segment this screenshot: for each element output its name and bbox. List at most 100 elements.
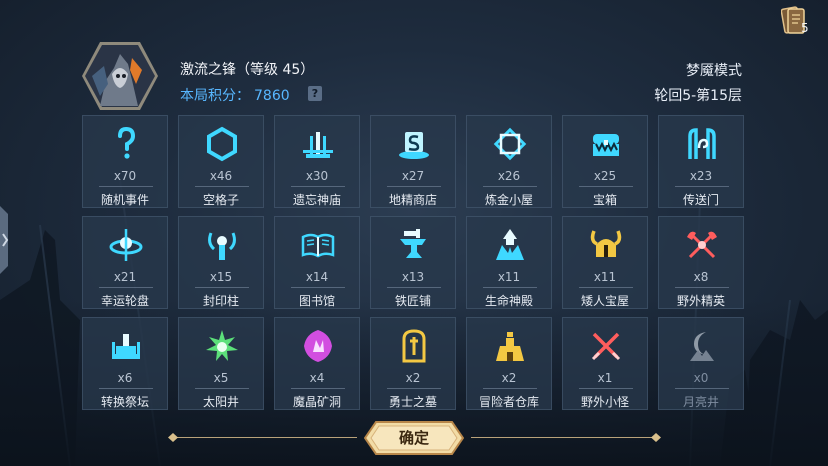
room-count: x4	[309, 371, 325, 385]
hero-portrait-avatar	[80, 40, 160, 112]
room-count: x46	[209, 169, 233, 183]
room-count: x14	[305, 270, 329, 284]
confirm-button[interactable]: 确定	[364, 421, 464, 455]
room-count: x8	[693, 270, 709, 284]
room-count: x30	[305, 169, 329, 183]
divider-diamond-right	[651, 433, 661, 442]
cell-divider	[387, 388, 441, 389]
room-name: 封印柱	[202, 294, 239, 308]
alchemy-diamond-icon	[493, 127, 527, 161]
room-count: x1	[597, 371, 613, 385]
seal-pillar-icon	[208, 232, 236, 260]
room-count: x23	[689, 169, 713, 183]
room-count: x25	[593, 169, 617, 183]
room-stat-cell[interactable]: x26 炼金小屋	[466, 115, 552, 208]
room-name: 矮人宝屋	[580, 294, 629, 308]
anvil-icon	[400, 229, 426, 258]
cell-divider	[483, 186, 537, 187]
divider-diamond-left	[168, 433, 178, 442]
room-stats-grid: x70 随机事件 x46 空格子 x30 遗忘神庙 x27 地精商店 x26 炼金小屋 x25 宝箱 x…	[82, 115, 744, 415]
room-stat-cell[interactable]: x2 勇士之墓	[370, 317, 456, 410]
room-name: 图书馆	[298, 294, 335, 308]
footer-divider-left	[172, 437, 357, 438]
room-stat-cell[interactable]: x1 野外小怪	[562, 317, 648, 410]
cell-divider	[291, 186, 345, 187]
room-count: x21	[113, 270, 137, 284]
run-summary-header: 激流之锋（等级 45） 本局积分： 7860 ? 梦魇模式 轮回5-第15层	[0, 0, 828, 115]
score-label: 本局积分：	[180, 88, 250, 104]
shop-s-icon	[399, 132, 429, 159]
room-stat-cell[interactable]: x8 野外精英	[658, 216, 744, 309]
room-stat-cell[interactable]: x14 图书馆	[274, 216, 360, 309]
room-stat-cell[interactable]: x13 铁匠铺	[370, 216, 456, 309]
sun-icon	[206, 330, 238, 361]
room-count: x0	[693, 371, 709, 385]
room-name: 地精商店	[388, 193, 437, 207]
room-stat-cell[interactable]: x25 宝箱	[562, 115, 648, 208]
question-mark-icon	[118, 126, 136, 159]
room-count: x13	[401, 270, 425, 284]
wheel-icon	[109, 229, 143, 261]
card-deck-count: 5	[801, 21, 809, 35]
cell-divider	[195, 287, 249, 288]
room-stat-cell[interactable]: x27 地精商店	[370, 115, 456, 208]
room-stat-cell[interactable]: x21 幸运轮盘	[82, 216, 168, 309]
question-icon[interactable]: ?	[308, 86, 322, 101]
viking-helmet-icon	[590, 230, 622, 257]
cell-divider	[291, 388, 345, 389]
room-name: 空格子	[202, 193, 239, 207]
room-name: 遗忘神庙	[292, 193, 341, 207]
side-expand-tab[interactable]	[0, 206, 12, 274]
cell-divider	[99, 186, 153, 187]
room-name: 月亮井	[682, 395, 719, 409]
room-name: 随机事件	[100, 193, 149, 207]
player-name-level: 激流之锋（等级 45）	[180, 62, 315, 78]
room-count: x5	[213, 371, 229, 385]
room-name: 生命神殿	[484, 294, 533, 308]
room-stat-cell[interactable]: x4 魔晶矿洞	[274, 317, 360, 410]
cell-divider	[195, 186, 249, 187]
room-name: 铁匠铺	[394, 294, 431, 308]
crossed-axes-icon	[687, 231, 717, 259]
room-name: 宝箱	[592, 193, 617, 207]
room-count: x27	[401, 169, 425, 183]
footer-divider-right	[471, 437, 656, 438]
room-name: 炼金小屋	[484, 193, 533, 207]
room-count: x2	[501, 371, 517, 385]
room-stat-cell[interactable]: x0 月亮井	[658, 317, 744, 410]
crossed-swords-icon	[591, 332, 621, 361]
room-stat-cell[interactable]: x11 矮人宝屋	[562, 216, 648, 309]
room-name: 野外精英	[676, 294, 725, 308]
open-book-icon	[301, 233, 335, 258]
cell-divider	[483, 388, 537, 389]
room-stat-cell[interactable]: x6 转换祭坛	[82, 317, 168, 410]
room-stat-cell[interactable]: x5 太阳井	[178, 317, 264, 410]
room-stat-cell[interactable]: x11 生命神殿	[466, 216, 552, 309]
cell-divider	[675, 287, 729, 288]
life-shrine-icon	[496, 229, 524, 260]
cell-divider	[291, 287, 345, 288]
room-stat-cell[interactable]: x30 遗忘神庙	[274, 115, 360, 208]
hexagon-icon	[207, 126, 237, 162]
moon-icon	[690, 332, 714, 361]
difficulty-mode: 梦魇模式	[686, 63, 742, 79]
room-stat-cell[interactable]: x15 封印柱	[178, 216, 264, 309]
treasure-chest-icon	[593, 134, 619, 156]
room-count: x6	[117, 371, 133, 385]
room-stat-cell[interactable]: x46 空格子	[178, 115, 264, 208]
room-stat-cell[interactable]: x23 传送门	[658, 115, 744, 208]
room-name: 冒险者仓库	[478, 395, 539, 409]
room-name: 幸运轮盘	[100, 294, 149, 308]
cell-divider	[579, 287, 633, 288]
cell-divider	[387, 287, 441, 288]
crystal-icon	[304, 330, 332, 362]
cell-divider	[675, 186, 729, 187]
score-value: 7860	[254, 88, 290, 104]
room-count: x70	[113, 169, 137, 183]
warehouse-icon	[496, 332, 524, 361]
room-count: x11	[497, 270, 521, 284]
room-count: x11	[593, 270, 617, 284]
room-stat-cell[interactable]: x70 随机事件	[82, 115, 168, 208]
room-stat-cell[interactable]: x2 冒险者仓库	[466, 317, 552, 410]
run-score: 本局积分： 7860	[180, 85, 290, 105]
